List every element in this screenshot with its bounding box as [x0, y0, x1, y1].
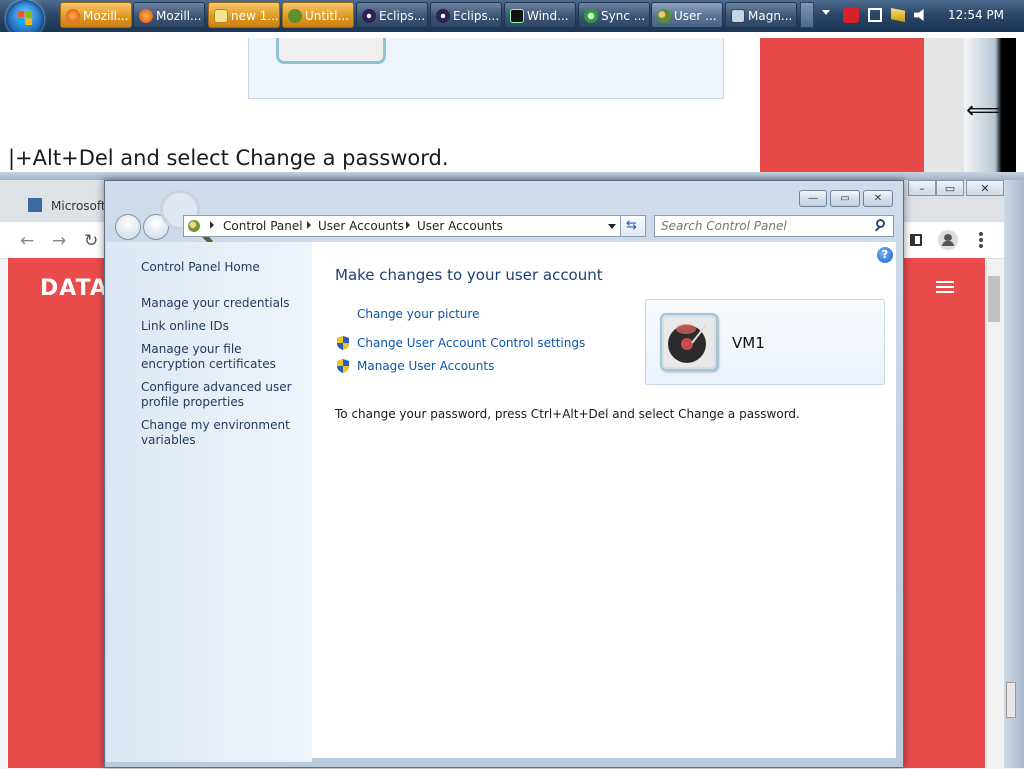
window-separator — [0, 172, 1024, 180]
user-name: VM1 — [732, 334, 765, 352]
clock[interactable]: 12:54 PM — [948, 8, 1004, 22]
breadcrumb-separator-icon — [406, 221, 410, 229]
firefox-icon — [139, 9, 153, 23]
taskbar-button-eclipse-1[interactable]: Eclips... — [356, 2, 428, 28]
reload-icon[interactable]: ↻ — [84, 231, 98, 251]
window-titlebar[interactable] — [105, 181, 903, 211]
browser-minimize-button[interactable]: – — [908, 180, 936, 196]
notepad-icon — [214, 9, 228, 23]
taskbar-button-sync[interactable]: Sync ... — [578, 2, 650, 28]
eclipse-icon — [436, 9, 450, 23]
taskbar-scroll-icon[interactable] — [800, 2, 814, 28]
taskbar-button-eclipse-2[interactable]: Eclips... — [430, 2, 502, 28]
help-icon[interactable]: ? — [877, 247, 893, 263]
breadcrumb-separator-icon — [307, 221, 311, 229]
background-avatar — [276, 38, 386, 64]
browser-tab-favicon-icon — [28, 198, 42, 212]
browser-scrollbar[interactable] — [986, 262, 1003, 768]
users-icon — [657, 9, 671, 23]
uac-shield-icon — [337, 336, 349, 350]
antivirus-icon[interactable] — [843, 7, 859, 23]
browser-close-button[interactable]: ✕ — [966, 180, 1004, 196]
sidebar-item-environment-variables[interactable]: Change my environment variables — [141, 418, 306, 448]
uac-settings-link[interactable]: Change User Account Control settings — [357, 336, 585, 350]
terminal-icon — [510, 9, 524, 23]
minimize-button[interactable]: — — [799, 190, 827, 207]
web-page-brand[interactable]: DATA — [40, 276, 108, 301]
browser-scrollbar-thumb[interactable] — [988, 276, 1000, 322]
user-avatar[interactable] — [660, 313, 718, 371]
maximize-button[interactable]: ▭ — [830, 190, 860, 207]
profile-avatar-icon[interactable] — [938, 230, 958, 250]
resize-arrow-icon: ⟸ — [966, 96, 1001, 124]
sidebar-item-manage-credentials[interactable]: Manage your credentials — [141, 296, 306, 311]
taskbar-button-user-accounts[interactable]: User ... — [651, 2, 723, 28]
forward-arrow-icon[interactable]: → — [52, 231, 66, 251]
breadcrumb-user-accounts[interactable]: User Accounts — [318, 219, 404, 233]
browser-tab-label[interactable]: Microsoft — [51, 199, 106, 213]
background-red-panel — [760, 38, 924, 172]
user-accounts-icon — [188, 220, 200, 232]
edge-scroll-thumb[interactable] — [1006, 682, 1016, 718]
close-button[interactable]: ✕ — [863, 190, 893, 207]
refresh-button[interactable]: ⇆ — [621, 215, 646, 237]
browser-window-controls: – ▭ ✕ — [908, 180, 1004, 200]
taskbar-button-firefox-2[interactable]: Mozill... — [133, 2, 205, 28]
breadcrumb-separator-icon — [210, 221, 214, 229]
taskbar-button-paint[interactable]: Untitl... — [282, 2, 354, 28]
breadcrumb-control-panel[interactable]: Control Panel — [223, 219, 303, 233]
back-arrow-icon[interactable]: ← — [20, 231, 34, 251]
change-picture-link[interactable]: Change your picture — [357, 307, 479, 321]
windows-logo-icon — [18, 11, 32, 25]
right-window-edge — [1004, 180, 1024, 768]
background-gray-panel — [924, 38, 964, 172]
breadcrumb-user-accounts-current[interactable]: User Accounts — [417, 219, 503, 233]
password-note: To change your password, press Ctrl+Alt+… — [335, 407, 800, 421]
taskbar-button-magnifier[interactable]: Magn... — [725, 2, 797, 28]
firefox-icon — [66, 9, 80, 23]
address-bar[interactable]: Control Panel User Accounts User Account… — [183, 215, 621, 237]
taskbar-button-firefox-1[interactable]: Mozill... — [60, 2, 132, 28]
manage-user-accounts-link[interactable]: Manage User Accounts — [357, 359, 494, 373]
uac-shield-icon — [337, 359, 349, 373]
address-dropdown-icon[interactable] — [608, 224, 616, 229]
paint-icon — [288, 9, 302, 23]
back-button[interactable] — [115, 214, 141, 240]
browser-menu-icon[interactable] — [979, 232, 983, 248]
sidebar-item-control-panel-home[interactable]: Control Panel Home — [141, 260, 306, 275]
refresh-icon: ⇆ — [626, 218, 637, 233]
sidebar-item-link-online-ids[interactable]: Link online IDs — [141, 319, 306, 334]
turntable-icon — [664, 317, 714, 367]
side-panel-icon[interactable] — [910, 234, 922, 246]
background-magnified-text: |+Alt+Del and select Change a password. — [8, 146, 449, 170]
eclipse-icon — [362, 9, 376, 23]
browser-maximize-button[interactable]: ▭ — [936, 180, 964, 196]
sidebar-item-advanced-profile[interactable]: Configure advanced user profile properti… — [141, 380, 306, 410]
search-icon-handle — [875, 226, 880, 232]
sidebar-item-file-encryption[interactable]: Manage your file encryption certificates — [141, 342, 306, 372]
network-icon[interactable] — [868, 8, 882, 22]
search-box[interactable] — [654, 215, 894, 237]
magnifier-icon — [731, 9, 745, 23]
tray-expand-icon[interactable] — [822, 10, 830, 15]
sync-icon — [584, 9, 598, 23]
hamburger-menu-icon[interactable] — [936, 281, 954, 293]
taskbar-button-terminal[interactable]: Wind... — [504, 2, 576, 28]
search-input[interactable] — [661, 219, 866, 233]
page-title: Make changes to your user account — [335, 266, 603, 284]
taskbar-button-notepad[interactable]: new 1... — [208, 2, 280, 28]
